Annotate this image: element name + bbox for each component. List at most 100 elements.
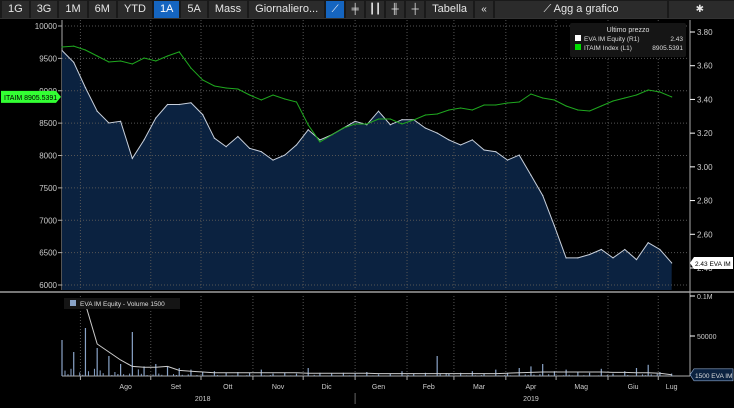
gear-icon[interactable]: ✱: [669, 0, 734, 18]
period-5a-button[interactable]: 5A: [181, 0, 207, 18]
period-ytd-button[interactable]: YTD: [117, 0, 152, 18]
itaim-last-badge-text: ITAIM 8905.5391: [4, 95, 57, 102]
itaim-index-point: [178, 51, 180, 53]
itaim-index-point: [319, 141, 321, 143]
eva-price-point: [307, 129, 309, 131]
volume-tick-label: 50000: [697, 334, 717, 341]
add-to-chart-label: Agg a grafico: [553, 2, 619, 15]
volume-bar: [120, 364, 122, 376]
itaim-index-point: [354, 123, 356, 125]
volume-bar: [439, 374, 441, 376]
volume-last-badge-text: 1500 EVA IM: [695, 373, 732, 380]
period-6m-button[interactable]: 6M: [88, 0, 116, 18]
itaim-index-point: [460, 107, 462, 109]
volume-bar: [407, 375, 409, 376]
volume-bar: [93, 368, 95, 376]
volume-bar: [137, 369, 139, 376]
volume-bar: [583, 375, 585, 376]
volume-bar: [588, 372, 591, 376]
volume-bar: [568, 374, 570, 376]
month-label: Dic: [322, 384, 333, 391]
itaim-index-point: [366, 123, 368, 125]
eva-price-point: [448, 139, 450, 141]
volume-bar: [466, 375, 468, 376]
left-tick-label: 9500: [39, 54, 57, 63]
eva-price-point: [530, 174, 532, 176]
volume-legend-text: EVA IM Equity - Volume 1500: [80, 301, 165, 308]
line-chart-icon[interactable]: ⟋: [326, 0, 345, 18]
left-tick-label: 7000: [39, 216, 57, 225]
eva-price-point: [143, 139, 145, 141]
volume-bar: [99, 370, 101, 376]
eva-price-point: [73, 61, 75, 63]
legend-swatch: [575, 44, 581, 50]
itaim-index-point: [108, 61, 110, 63]
hlc-icon[interactable]: ┼: [406, 0, 425, 18]
eva-price-point: [424, 127, 427, 129]
double-chevron-left-icon[interactable]: «: [475, 0, 493, 18]
volume-legend-swatch: [70, 300, 76, 306]
right-tick-label: 3.00: [697, 163, 713, 172]
period-mass-button[interactable]: Mass: [208, 0, 248, 18]
itaim-index-point: [260, 99, 262, 101]
eva-price-point: [553, 225, 556, 227]
volume-bar: [61, 340, 63, 376]
period-1m-button[interactable]: 1M: [59, 0, 87, 18]
volume-bar: [354, 373, 356, 376]
eva-price-point: [659, 248, 661, 251]
volume-bar: [246, 375, 248, 376]
month-label: Ago: [119, 384, 132, 391]
table-button[interactable]: Tabella: [426, 0, 473, 18]
itaim-index-point: [565, 105, 567, 107]
itaim-index-point: [307, 124, 309, 126]
itaim-index-point: [342, 127, 344, 129]
right-tick-label: 3.40: [697, 95, 713, 104]
volume-bar: [129, 373, 131, 376]
itaim-index-point: [436, 113, 438, 115]
eva-price-point: [483, 149, 485, 151]
itaim-index-point: [96, 55, 98, 57]
volume-bar: [474, 375, 476, 376]
itaim-index-point: [401, 123, 403, 125]
eva-price-point: [96, 110, 98, 112]
volume-bar: [331, 373, 333, 376]
month-label: Gen: [372, 384, 385, 391]
right-tick-label: 3.60: [697, 62, 713, 71]
eva-price-point: [389, 124, 391, 126]
volume-moving-average-line: [84, 303, 672, 376]
volume-bar: [70, 368, 72, 376]
right-tick-label: 2.80: [697, 197, 713, 206]
itaim-index-point: [448, 109, 450, 111]
volume-bar: [598, 375, 600, 376]
eva-price-point: [600, 248, 602, 251]
ohlc-bars-icon[interactable]: ┃┃: [366, 0, 385, 18]
period-1a-button[interactable]: 1A: [153, 0, 180, 18]
volume-bar: [641, 374, 643, 376]
period-1g-button[interactable]: 1G: [2, 0, 29, 18]
itaim-index-point: [295, 101, 298, 103]
add-to-chart-button[interactable]: ⟋ Agg a grafico: [495, 0, 667, 18]
volume-bar: [524, 374, 526, 376]
eva-price-point: [319, 139, 321, 141]
period-3g-button[interactable]: 3G: [30, 0, 58, 18]
eva-price-point: [155, 117, 157, 119]
volume-bar: [73, 352, 75, 376]
volume-bar: [653, 375, 655, 376]
itaim-index-point: [131, 63, 133, 65]
left-tick-label: 8000: [39, 152, 57, 161]
itaim-index-point: [73, 45, 75, 47]
eva-price-point: [108, 122, 110, 124]
volume-bar: [548, 374, 550, 376]
itaim-index-point: [166, 55, 169, 57]
bar-chart-icon[interactable]: ╫: [386, 0, 405, 18]
volume-bar: [240, 375, 242, 376]
volume-bar: [181, 374, 183, 376]
volume-bar: [67, 374, 69, 376]
candlestick-icon[interactable]: ╪: [346, 0, 365, 18]
volume-bar: [102, 373, 104, 376]
frequency-dropdown[interactable]: Giornaliero...: [249, 0, 325, 18]
itaim-index-point: [659, 91, 661, 93]
itaim-index-point: [389, 118, 391, 120]
volume-bar: [117, 374, 119, 376]
volume-bar: [111, 375, 113, 376]
